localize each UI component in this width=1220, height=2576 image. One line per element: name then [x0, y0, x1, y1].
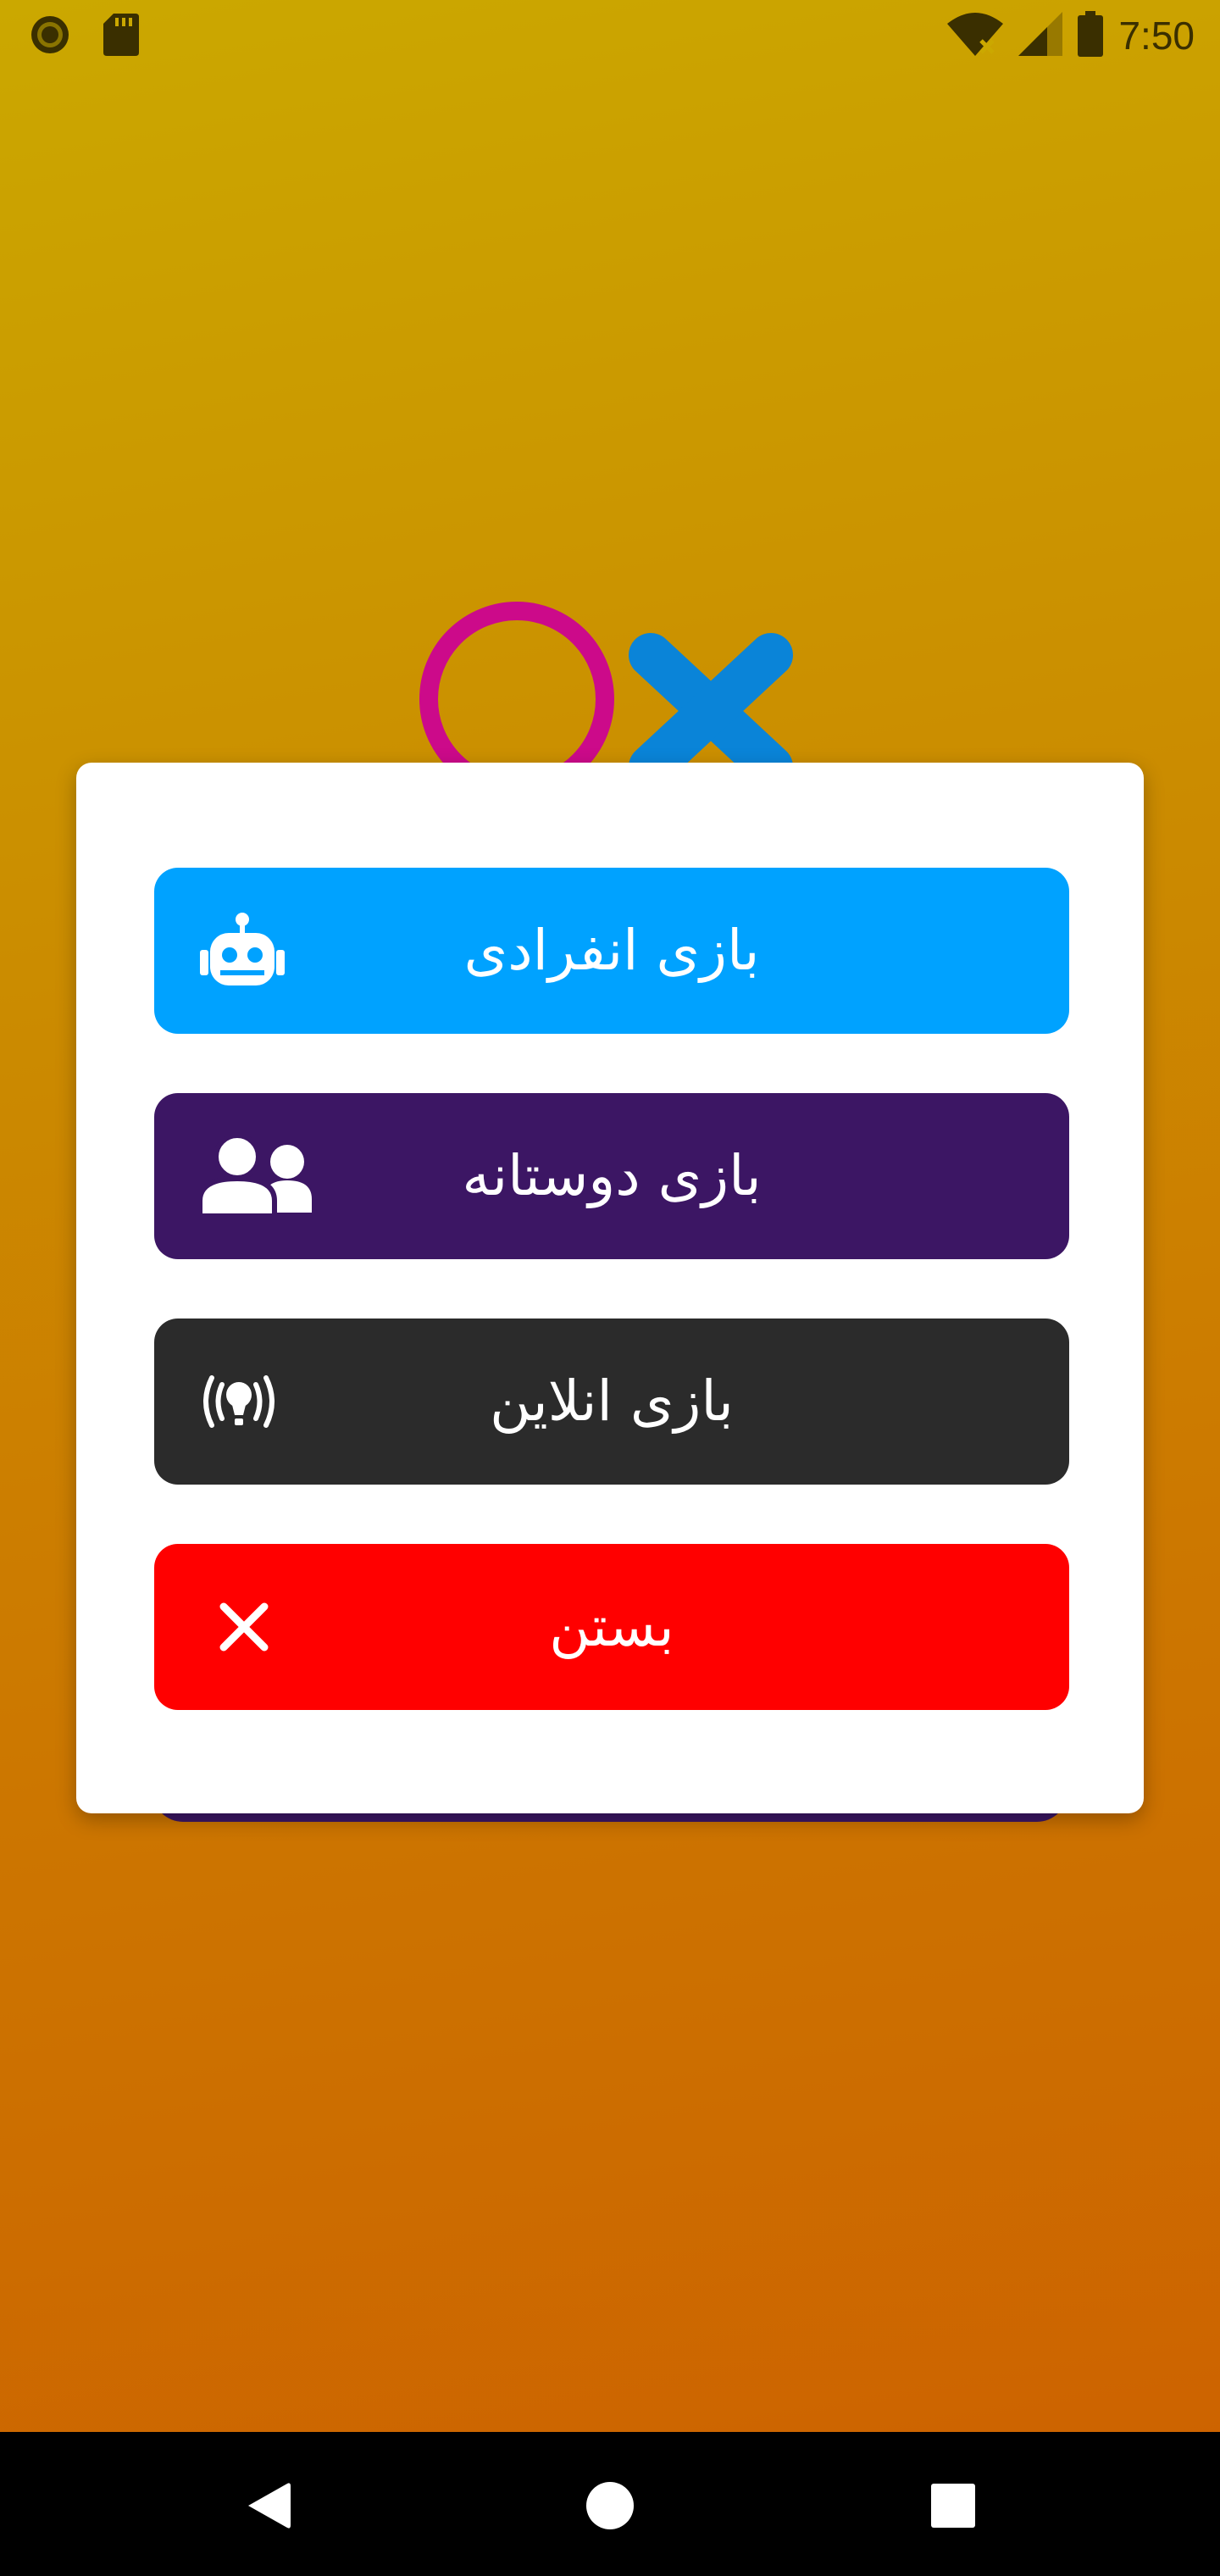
close-button[interactable]: بستن	[154, 1544, 1069, 1710]
clock-time: 7:50	[1118, 14, 1195, 58]
status-bar-left	[29, 14, 139, 59]
single-player-label: بازی انفرادی	[463, 918, 760, 983]
game-mode-dialog: بازی انفرادی بازی دوستانه بازی انلاین بس…	[76, 763, 1144, 1813]
home-button[interactable]	[572, 2468, 648, 2544]
single-player-button[interactable]: بازی انفرادی	[154, 868, 1069, 1034]
game-logo	[415, 597, 796, 797]
recents-button[interactable]	[915, 2468, 991, 2544]
back-button[interactable]	[229, 2468, 305, 2544]
back-icon	[248, 2483, 291, 2529]
broadcast-icon	[200, 1373, 278, 1430]
logo-x-icon	[629, 633, 793, 789]
friends-game-label: بازی دوستانه	[462, 1143, 762, 1208]
status-bar: 7:50	[0, 0, 1220, 71]
wifi-off-icon	[947, 12, 1004, 59]
record-icon	[29, 14, 71, 59]
recents-icon	[931, 2484, 975, 2528]
robot-icon	[200, 913, 285, 989]
app-screen: 7:50 بازی انفرادی بازی دوستانه بازی انلا…	[0, 0, 1220, 2576]
status-bar-right: 7:50	[947, 8, 1195, 63]
friends-game-button[interactable]: بازی دوستانه	[154, 1093, 1069, 1259]
close-label: بستن	[549, 1594, 674, 1659]
sd-card-icon	[103, 14, 139, 59]
online-game-label: بازی انلاین	[490, 1368, 734, 1434]
close-icon	[219, 1602, 269, 1652]
logo-o-icon	[419, 602, 614, 797]
users-icon	[200, 1136, 312, 1216]
signal-icon	[1018, 12, 1063, 59]
online-game-button[interactable]: بازی انلاین	[154, 1319, 1069, 1485]
navigation-bar	[0, 2432, 1220, 2576]
battery-icon	[1078, 11, 1104, 60]
home-icon	[586, 2482, 634, 2529]
